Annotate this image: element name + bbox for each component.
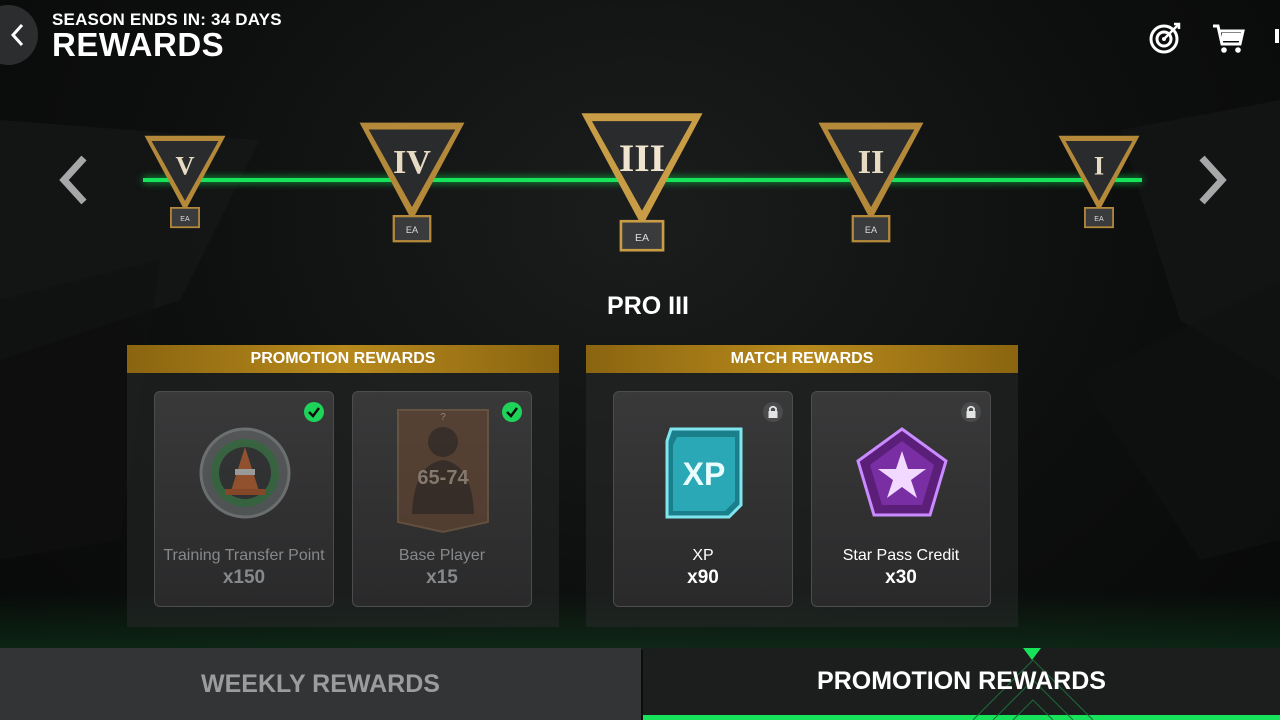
rating-range: 65-74 [417, 467, 469, 489]
tab-weekly-rewards[interactable]: WEEKLY REWARDS [0, 648, 641, 720]
promotion-rewards-panel: PROMOTION REWARDS Training Transfer Poin… [127, 345, 559, 627]
division-ii-badge-icon: II EA [818, 122, 924, 243]
bottom-tab-bar: WEEKLY REWARDS PROMOTION REWARDS [0, 648, 1280, 720]
reward-name: Training Transfer Point [163, 547, 325, 564]
division-numeral: II [858, 144, 885, 181]
lock-icon [762, 401, 784, 423]
previous-division-button[interactable] [54, 152, 94, 208]
svg-text:EA: EA [1094, 216, 1104, 223]
reward-card-star-pass-credit[interactable]: Star Pass Credit x30 [811, 391, 991, 607]
active-tab-indicator-icon [1023, 648, 1041, 660]
xp-icon-text: XP [683, 456, 726, 492]
match-rewards-panel: MATCH REWARDS XP XP x90 Star Pass Credit… [586, 345, 1018, 627]
chevron-left-icon [59, 155, 87, 205]
match-rewards-header: MATCH REWARDS [586, 345, 1018, 373]
division-numeral: IV [393, 144, 431, 181]
reward-card-training-transfer-point[interactable]: Training Transfer Point x150 [154, 391, 334, 607]
xp-icon: XP [654, 418, 754, 528]
division-iii-badge-icon: III EA [581, 113, 703, 252]
reward-card-base-player[interactable]: ? 65-74 Base Player x15 [352, 391, 532, 607]
objectives-button[interactable] [1147, 20, 1183, 56]
svg-text:EA: EA [865, 225, 878, 235]
reward-quantity: x30 [885, 567, 917, 588]
division-badge-iv[interactable]: IV EA [355, 118, 469, 255]
reward-name: XP [692, 547, 714, 564]
reward-name: Base Player [398, 547, 486, 564]
division-numeral: III [619, 136, 665, 180]
division-numeral: V [175, 150, 194, 180]
reward-card-xp[interactable]: XP XP x90 [613, 391, 793, 607]
svg-text:EA: EA [635, 232, 649, 244]
division-badge-iii[interactable]: III EA [576, 108, 708, 266]
promotion-rewards-header: PROMOTION REWARDS [127, 345, 559, 373]
shopping-cart-icon [1213, 24, 1245, 53]
reward-quantity: x150 [222, 567, 266, 588]
division-iv-badge-icon: IV EA [359, 122, 465, 243]
training-transfer-point-icon [195, 418, 295, 528]
claimed-check-icon [303, 401, 325, 423]
lock-icon [960, 401, 982, 423]
division-i-badge-icon: I EA [1058, 135, 1140, 229]
target-icon [1149, 22, 1181, 54]
back-arrow-icon [10, 23, 24, 47]
more-icon [1275, 29, 1279, 43]
svg-text:?: ? [440, 412, 446, 423]
star-pass-credit-icon [852, 418, 952, 528]
more-button[interactable] [1272, 20, 1280, 56]
page-title: REWARDS [52, 26, 225, 63]
reward-quantity: x15 [426, 567, 458, 588]
store-button[interactable] [1210, 20, 1246, 56]
division-badge-ii[interactable]: II EA [814, 118, 928, 255]
next-division-button[interactable] [1192, 152, 1232, 208]
tab-promotion-rewards[interactable]: PROMOTION REWARDS [643, 648, 1280, 720]
division-v-badge-icon: V EA [144, 135, 226, 229]
chevron-right-icon [1199, 155, 1227, 205]
svg-text:EA: EA [180, 216, 190, 223]
player-card-icon: ? 65-74 [389, 404, 497, 534]
reward-quantity: x90 [687, 567, 719, 588]
svg-text:EA: EA [406, 225, 419, 235]
reward-name: Star Pass Credit [842, 547, 960, 564]
division-badge-v[interactable]: V EA [141, 132, 229, 238]
claimed-check-icon [501, 401, 523, 423]
tab-label: PROMOTION REWARDS [817, 667, 1106, 695]
division-badge-i[interactable]: I EA [1055, 132, 1143, 238]
division-numeral: I [1094, 150, 1104, 180]
tab-label: WEEKLY REWARDS [201, 669, 440, 698]
selected-division-name: PRO III [607, 292, 689, 320]
